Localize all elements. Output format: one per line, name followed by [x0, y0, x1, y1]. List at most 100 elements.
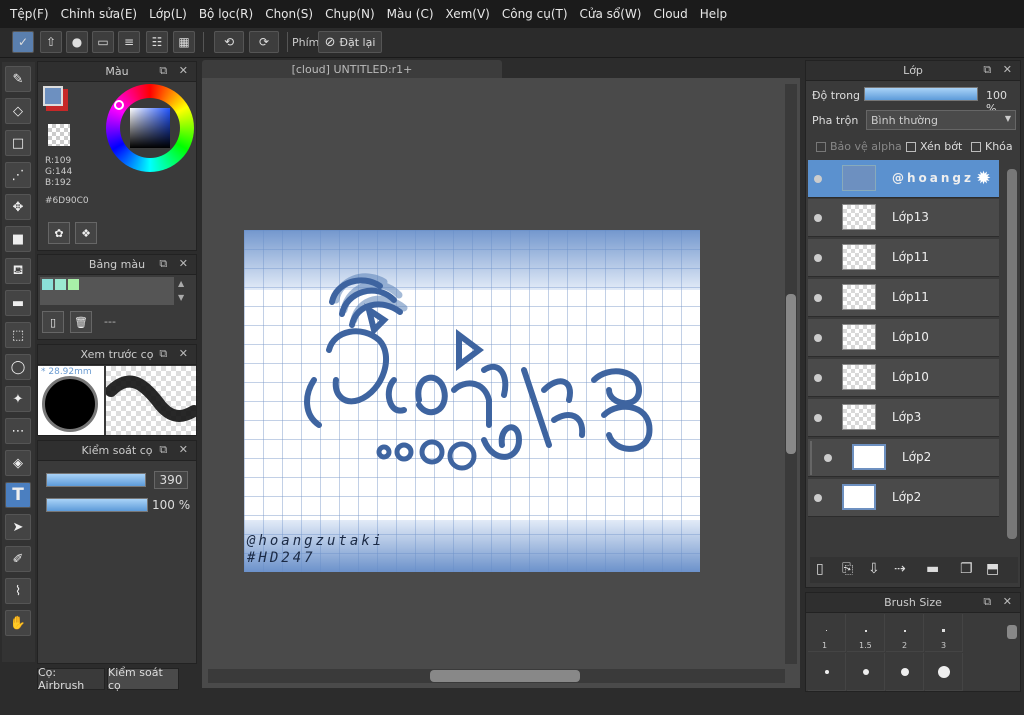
- panel-close-icon[interactable]: ⧉ ✕: [983, 595, 1016, 609]
- brush-size-cell[interactable]: [847, 653, 885, 691]
- import-layer-icon[interactable]: ⇩: [868, 561, 880, 577]
- layer-row[interactable]: Lớp2: [808, 479, 999, 517]
- eyedropper-icon[interactable]: ⌇: [5, 578, 31, 604]
- vertical-scrollbar[interactable]: [785, 84, 797, 664]
- grid-icon[interactable]: ▦: [173, 31, 195, 53]
- transparent-swatch[interactable]: [48, 124, 70, 146]
- folder-icon[interactable]: ▬: [926, 561, 939, 577]
- layer-row[interactable]: Lớp13: [808, 199, 999, 237]
- lock-checkbox[interactable]: Khóa: [971, 140, 1013, 153]
- eraser-icon[interactable]: ◇: [5, 98, 31, 124]
- palette-swatch[interactable]: [68, 279, 79, 290]
- pen-icon[interactable]: ✐: [5, 546, 31, 572]
- eye-icon[interactable]: [814, 374, 822, 382]
- menu-file[interactable]: Tệp(F): [10, 7, 49, 21]
- document-icon[interactable]: ≡: [118, 31, 140, 53]
- menu-cloud[interactable]: Cloud: [654, 7, 688, 21]
- reset-button[interactable]: ⊘ Đặt lại: [318, 31, 382, 53]
- layers-icon[interactable]: ☷: [146, 31, 168, 53]
- brush-icon[interactable]: ✎: [5, 66, 31, 92]
- palette-swatch[interactable]: [55, 279, 66, 290]
- canvas-tab[interactable]: [cloud] UNTITLED:r1+: [202, 60, 502, 78]
- eye-icon[interactable]: [814, 414, 822, 422]
- horizontal-scroll-thumb[interactable]: [430, 670, 580, 682]
- menu-help[interactable]: Help: [700, 7, 727, 21]
- text-icon[interactable]: T: [5, 482, 31, 508]
- layer-row[interactable]: Lớp10: [808, 359, 999, 397]
- dot-icon[interactable]: ⋰: [5, 162, 31, 188]
- layer-menu-icon[interactable]: ⇢: [894, 561, 906, 577]
- brush-size-cell[interactable]: 1: [808, 614, 846, 652]
- share-icon[interactable]: ⇧: [40, 31, 62, 53]
- copy-layer-icon[interactable]: ❐: [960, 561, 973, 577]
- brush-size-scrollbar[interactable]: [1006, 615, 1018, 689]
- eye-icon[interactable]: [814, 494, 822, 502]
- layer-row[interactable]: @hoangz ✹: [808, 160, 999, 198]
- brush-size-cell[interactable]: 1.5: [847, 614, 885, 652]
- scroll-down-icon[interactable]: ▼: [178, 293, 184, 302]
- color-wheel[interactable]: [106, 84, 194, 172]
- drawing-canvas[interactable]: @hoangzutaki #HD247: [244, 230, 700, 572]
- brush-size-cell[interactable]: [886, 653, 924, 691]
- eye-icon[interactable]: [814, 334, 822, 342]
- panel-close-icon[interactable]: ⧉ ✕: [159, 257, 192, 271]
- layer-row[interactable]: Lớp2: [808, 439, 999, 477]
- move-icon[interactable]: ✥: [5, 194, 31, 220]
- new-layer-icon[interactable]: ▯: [816, 561, 824, 577]
- layer-row[interactable]: Lớp11: [808, 239, 999, 277]
- fill-icon[interactable]: ⛾: [5, 258, 31, 284]
- select-pen-icon[interactable]: ⋯: [5, 418, 31, 444]
- marquee-icon[interactable]: ⬚: [5, 322, 31, 348]
- brush-size-cell[interactable]: [925, 653, 963, 691]
- layer-scroll-thumb[interactable]: [1007, 169, 1017, 539]
- protect-alpha-checkbox[interactable]: Bảo vệ alpha: [816, 140, 902, 153]
- panel-close-icon[interactable]: ⧉ ✕: [159, 347, 192, 361]
- menu-select[interactable]: Chọn(S): [265, 7, 313, 21]
- eye-icon[interactable]: [814, 214, 822, 222]
- layer-scrollbar[interactable]: [1006, 161, 1018, 553]
- lasso-icon[interactable]: ◯: [5, 354, 31, 380]
- menu-filter[interactable]: Bộ lọc(R): [199, 7, 253, 21]
- horizontal-scrollbar[interactable]: [208, 669, 785, 683]
- brush-size-scroll-thumb[interactable]: [1007, 625, 1017, 639]
- tab-brush-control[interactable]: Kiểm soát cọ: [107, 666, 179, 692]
- duplicate-layer-icon[interactable]: ⎘: [842, 561, 853, 577]
- trash-icon[interactable]: 🗑: [70, 311, 92, 333]
- redo-icon[interactable]: ⟳: [249, 31, 279, 53]
- layer-row[interactable]: Lớp11: [808, 279, 999, 317]
- eye-icon[interactable]: [814, 175, 822, 183]
- merge-layer-icon[interactable]: ⬒: [986, 561, 999, 577]
- color-square[interactable]: [130, 108, 170, 148]
- panel-close-icon[interactable]: ⧉ ✕: [983, 63, 1016, 77]
- eye-icon[interactable]: [814, 254, 822, 262]
- foreground-color-swatch[interactable]: [43, 86, 63, 106]
- tab-brush[interactable]: Cọ: Airbrush: [37, 666, 105, 692]
- palette-icon[interactable]: ✿: [48, 222, 70, 244]
- chat-icon[interactable]: ▭: [92, 31, 114, 53]
- brush-size-value[interactable]: 390: [154, 471, 188, 489]
- brush-size-cell[interactable]: [808, 653, 846, 691]
- layer-row[interactable]: Lớp10: [808, 319, 999, 357]
- layer-row[interactable]: Lớp3: [808, 399, 999, 437]
- palette-swatch[interactable]: [42, 279, 53, 290]
- color-picker-icon[interactable]: ❖: [75, 222, 97, 244]
- menu-window[interactable]: Cửa sổ(W): [580, 7, 642, 21]
- menu-tools[interactable]: Công cụ(T): [502, 7, 568, 21]
- select-eraser-icon[interactable]: ◈: [5, 450, 31, 476]
- menu-layer[interactable]: Lớp(L): [149, 7, 187, 21]
- brush-size-slider[interactable]: [46, 473, 146, 487]
- layer-opacity-slider[interactable]: [864, 87, 978, 101]
- select-rect-icon[interactable]: □: [5, 130, 31, 156]
- menu-view[interactable]: Xem(V): [446, 7, 490, 21]
- clip-checkbox[interactable]: Xén bớt: [906, 140, 962, 153]
- select-move-icon[interactable]: ➤: [5, 514, 31, 540]
- brush-size-cell[interactable]: 3: [925, 614, 963, 652]
- brush-size-cell[interactable]: 2: [886, 614, 924, 652]
- menu-color[interactable]: Màu (C): [387, 7, 434, 21]
- blend-mode-select[interactable]: Bình thường ▼: [866, 110, 1016, 130]
- gear-icon[interactable]: ✹: [976, 168, 991, 189]
- comment-icon[interactable]: ●: [66, 31, 88, 53]
- menu-capture[interactable]: Chụp(N): [325, 7, 375, 21]
- new-page-icon[interactable]: ▯: [42, 311, 64, 333]
- eye-icon[interactable]: [814, 294, 822, 302]
